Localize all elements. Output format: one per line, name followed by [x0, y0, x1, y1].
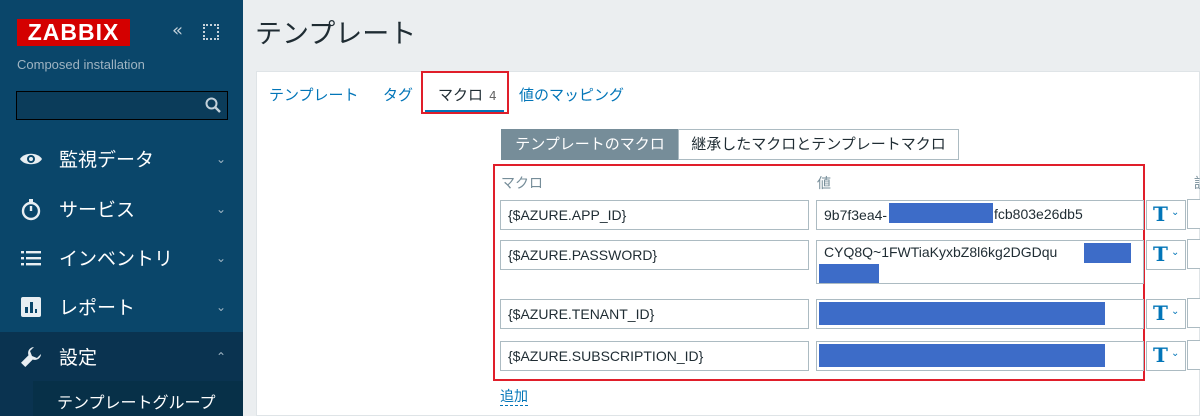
list-icon — [19, 246, 43, 270]
chevron-down-icon: ⌄ — [1171, 207, 1180, 218]
text-type-icon: T — [1153, 343, 1168, 367]
eye-icon — [19, 147, 43, 171]
main-content: テンプレート テンプレート タグ マクロ 4 値のマッピング テンプレートのマクロ… — [243, 0, 1200, 416]
tab-tags[interactable]: タグ — [383, 84, 413, 105]
redaction-block — [819, 264, 879, 283]
sidebar-search-input[interactable] — [16, 91, 228, 120]
wrench-icon — [19, 345, 43, 369]
chevron-up-icon: ⌃ — [216, 349, 227, 364]
template-form-panel: テンプレート タグ マクロ 4 値のマッピング テンプレートのマクロ 継承したマク… — [256, 71, 1200, 416]
highlight-box-macros-tab — [421, 71, 509, 114]
text-type-icon: T — [1153, 202, 1168, 226]
stopwatch-icon — [19, 197, 43, 221]
redaction-block — [1084, 243, 1131, 263]
value-type-button[interactable]: T ⌄ — [1146, 341, 1186, 371]
sidebar-item-label: 設定 — [59, 347, 98, 369]
kiosk-mode-icon[interactable] — [203, 24, 219, 40]
macro-name-field[interactable]: {$AZURE.PASSWORD} — [500, 240, 809, 270]
column-header-macro: マクロ — [501, 176, 543, 192]
macro-name-field[interactable]: {$AZURE.TENANT_ID} — [500, 299, 809, 329]
sidebar-item-label: 監視データ — [59, 149, 155, 171]
sidebar: ZABBIX « Composed installation 監視データ ⌄ サ… — [0, 0, 243, 416]
configuration-submenu: テンプレートグループ — [0, 381, 243, 416]
macro-name-field[interactable]: {$AZURE.SUBSCRIPTION_ID} — [500, 341, 809, 371]
macro-description-field[interactable] — [1187, 239, 1200, 269]
macro-value-start: CYQ8Q~1FWTiaKyxbZ8l6kg2DGDqu — [824, 244, 1058, 260]
redaction-block — [819, 302, 1105, 325]
search-icon[interactable] — [205, 97, 221, 113]
chevron-down-icon: ⌄ — [1171, 247, 1180, 258]
sidebar-item-label: レポート — [59, 297, 136, 319]
chevron-down-icon: ⌄ — [216, 151, 227, 166]
column-header-value: 値 — [817, 176, 831, 192]
add-macro-link[interactable]: 追加 — [500, 389, 528, 406]
macro-value-start: 9b7f3ea4- — [824, 207, 888, 223]
chevron-down-icon: ⌄ — [1171, 306, 1180, 317]
chevron-down-icon: ⌄ — [216, 201, 227, 216]
segment-inherited-macros[interactable]: 継承したマクロとテンプレートマクロ — [678, 129, 959, 160]
redaction-block — [889, 203, 993, 223]
zabbix-logo[interactable]: ZABBIX — [17, 19, 130, 46]
text-type-icon: T — [1153, 301, 1168, 325]
chevron-down-icon: ⌄ — [216, 250, 227, 265]
submenu-item-template-groups[interactable]: テンプレートグループ — [33, 381, 243, 416]
chevron-down-icon: ⌄ — [1171, 348, 1180, 359]
macro-description-field[interactable] — [1187, 199, 1200, 229]
value-type-button[interactable]: T ⌄ — [1146, 299, 1186, 329]
sidebar-item-monitoring[interactable]: 監視データ ⌄ — [0, 134, 243, 183]
tab-template[interactable]: テンプレート — [269, 84, 359, 105]
page-title: テンプレート — [255, 19, 417, 50]
redaction-block — [819, 344, 1105, 367]
value-type-button[interactable]: T ⌄ — [1146, 200, 1186, 230]
sidebar-item-reports[interactable]: レポート ⌄ — [0, 282, 243, 331]
sidebar-item-label: インベントリ — [59, 248, 174, 270]
sidebar-item-configuration[interactable]: 設定 ⌃ — [0, 332, 243, 381]
sidebar-item-inventory[interactable]: インベントリ ⌄ — [0, 233, 243, 282]
installation-label: Composed installation — [17, 57, 145, 72]
macro-description-field[interactable] — [1187, 340, 1200, 370]
text-type-icon: T — [1153, 242, 1168, 266]
macro-value-end: fcb803e26db5 — [994, 206, 1083, 222]
tab-value-mapping[interactable]: 値のマッピング — [519, 84, 624, 105]
value-type-button[interactable]: T ⌄ — [1146, 240, 1186, 270]
column-header-description: 説 — [1194, 173, 1200, 193]
segment-template-macros[interactable]: テンプレートのマクロ — [501, 129, 679, 160]
macro-name-field[interactable]: {$AZURE.APP_ID} — [500, 200, 809, 230]
bar-chart-icon — [19, 295, 43, 319]
collapse-sidebar-icon[interactable]: « — [172, 20, 183, 41]
macro-description-field[interactable] — [1187, 298, 1200, 328]
sidebar-item-services[interactable]: サービス ⌄ — [0, 184, 243, 233]
submenu-item-label: テンプレートグループ — [57, 393, 216, 412]
sidebar-item-label: サービス — [59, 199, 136, 221]
chevron-down-icon: ⌄ — [216, 299, 227, 314]
